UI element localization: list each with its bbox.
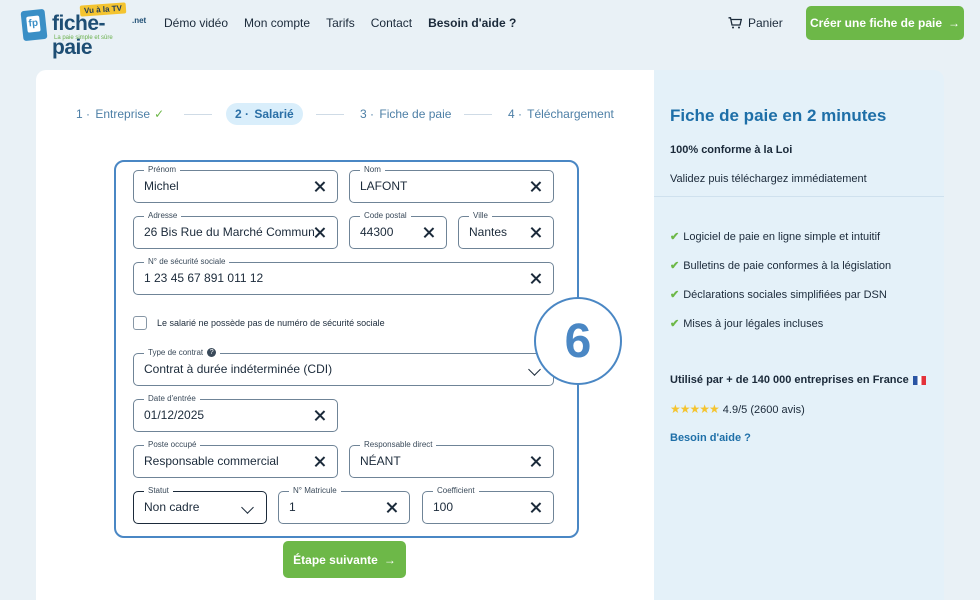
logo-tagline: La paie simple et sûre <box>54 35 113 41</box>
clear-icon[interactable] <box>530 502 541 513</box>
arrow-right-icon: → <box>383 552 396 567</box>
clear-icon[interactable] <box>386 502 397 513</box>
step-label: Entreprise <box>95 107 151 121</box>
clear-icon[interactable] <box>530 273 541 284</box>
feature-item: ✔ Déclarations sociales simplifiées par D… <box>670 289 887 301</box>
no-secu-checkbox[interactable] <box>133 316 147 330</box>
adresse-field[interactable]: Adresse 26 Bis Rue du Marché Commun <box>133 210 338 249</box>
help-link[interactable]: Besoin d'aide ? <box>670 432 751 444</box>
no-secu-checkbox-row[interactable]: Le salarié ne possède pas de numéro de s… <box>133 316 385 330</box>
step-divider <box>316 114 344 115</box>
ville-field[interactable]: Ville Nantes <box>458 210 554 249</box>
info-icon[interactable]: ? <box>207 348 217 358</box>
cart-link[interactable]: Panier <box>728 16 783 30</box>
step-label: Fiche de paie <box>379 107 452 121</box>
responsable-field[interactable]: Responsable direct NÉANT <box>349 439 554 478</box>
nav-demo-video[interactable]: Démo vidéo <box>164 16 228 30</box>
rating: ★★★★★ 4.9/5 (2600 avis) <box>670 402 805 416</box>
nom-field[interactable]: Nom LAFONT <box>349 164 554 203</box>
feature-item: ✔ Mises à jour légales incluses <box>670 318 824 330</box>
type-contrat-select[interactable]: Type de contrat? Contrat à durée indéter… <box>133 347 554 386</box>
step-salarie[interactable]: 2 · Salarié <box>226 103 303 125</box>
next-step-label: Étape suivante <box>293 552 378 567</box>
clear-icon[interactable] <box>314 410 325 421</box>
step-divider <box>464 114 492 115</box>
statut-select[interactable]: Statut Non cadre <box>133 485 267 524</box>
step-label: Salarié <box>254 107 294 121</box>
clear-icon[interactable] <box>314 181 325 192</box>
france-flag-icon <box>912 375 926 385</box>
step-divider <box>184 114 212 115</box>
nav-mon-compte[interactable]: Mon compte <box>244 16 310 30</box>
side-title: Fiche de paie en 2 minutes <box>670 106 887 125</box>
chevron-down-icon <box>528 363 541 376</box>
rating-text: 4.9/5 (2600 avis) <box>722 404 805 416</box>
cart-icon <box>728 17 742 29</box>
next-step-button[interactable]: Étape suivante → <box>283 541 406 578</box>
matricule-field[interactable]: N° Matricule 1 <box>278 485 410 524</box>
side-description: Validez puis téléchargez immédiatement <box>670 173 867 185</box>
stepper: 1 · Entreprise ✓ 2 · Salarié 3 · Fiche de… <box>76 103 616 125</box>
code-postal-field[interactable]: Code postal 44300 <box>349 210 447 249</box>
feature-item: ✔ Bulletins de paie conformes à la législ… <box>670 260 892 272</box>
clear-icon[interactable] <box>423 227 434 238</box>
step-number-badge: 6 <box>534 297 622 385</box>
used-by-text: Utilisé par + de 140 000 entreprises en … <box>670 374 926 386</box>
check-icon: ✔ <box>670 318 680 330</box>
step-fiche-de-paie[interactable]: 3 · Fiche de paie <box>360 103 451 125</box>
coefficient-field[interactable]: Coefficient 100 <box>422 485 554 524</box>
nav-contact[interactable]: Contact <box>371 16 412 30</box>
logo-mark-icon: fp <box>20 8 48 42</box>
nav-tarifs[interactable]: Tarifs <box>326 16 355 30</box>
poste-field[interactable]: Poste occupé Responsable commercial <box>133 439 338 478</box>
site-logo[interactable]: fp fiche-paie .net Vu à la TV La paie si… <box>20 2 146 59</box>
logo-tld: .net <box>132 16 147 25</box>
create-payslip-label: Créer une fiche de paie <box>809 16 943 30</box>
main-nav: Démo vidéo Mon compte Tarifs Contact Bes… <box>164 16 532 30</box>
date-entree-field[interactable]: Date d'entrée 01/12/2025 <box>133 393 338 432</box>
nav-besoin-aide[interactable]: Besoin d'aide ? <box>428 16 516 30</box>
header: fp fiche-paie .net Vu à la TV La paie si… <box>0 0 980 59</box>
check-icon: ✔ <box>670 260 680 272</box>
side-subtitle: 100% conforme à la Loi <box>670 144 793 156</box>
clear-icon[interactable] <box>530 181 541 192</box>
step-telechargement[interactable]: 4 · Téléchargement <box>508 103 614 125</box>
cart-label: Panier <box>748 16 783 30</box>
step-label: Téléchargement <box>527 107 614 121</box>
no-secu-checkbox-label: Le salarié ne possède pas de numéro de s… <box>157 318 385 328</box>
step-entreprise[interactable]: 1 · Entreprise ✓ <box>76 103 164 125</box>
stars-icon: ★★★★★ <box>670 402 720 416</box>
arrow-right-icon: → <box>948 16 961 30</box>
side-divider <box>654 196 944 197</box>
feature-item: ✔ Logiciel de paie en ligne simple et int… <box>670 231 881 243</box>
chevron-down-icon <box>241 501 254 514</box>
check-icon: ✓ <box>154 107 165 121</box>
prenom-field[interactable]: Prénom Michel <box>133 164 338 203</box>
create-payslip-button[interactable]: Créer une fiche de paie → <box>806 6 964 40</box>
secu-number-field[interactable]: N° de sécurité sociale 1 23 45 67 891 01… <box>133 256 554 295</box>
check-icon: ✔ <box>670 231 680 243</box>
clear-icon[interactable] <box>314 456 325 467</box>
check-icon: ✔ <box>670 289 680 301</box>
clear-icon[interactable] <box>530 227 541 238</box>
clear-icon[interactable] <box>314 227 325 238</box>
clear-icon[interactable] <box>530 456 541 467</box>
